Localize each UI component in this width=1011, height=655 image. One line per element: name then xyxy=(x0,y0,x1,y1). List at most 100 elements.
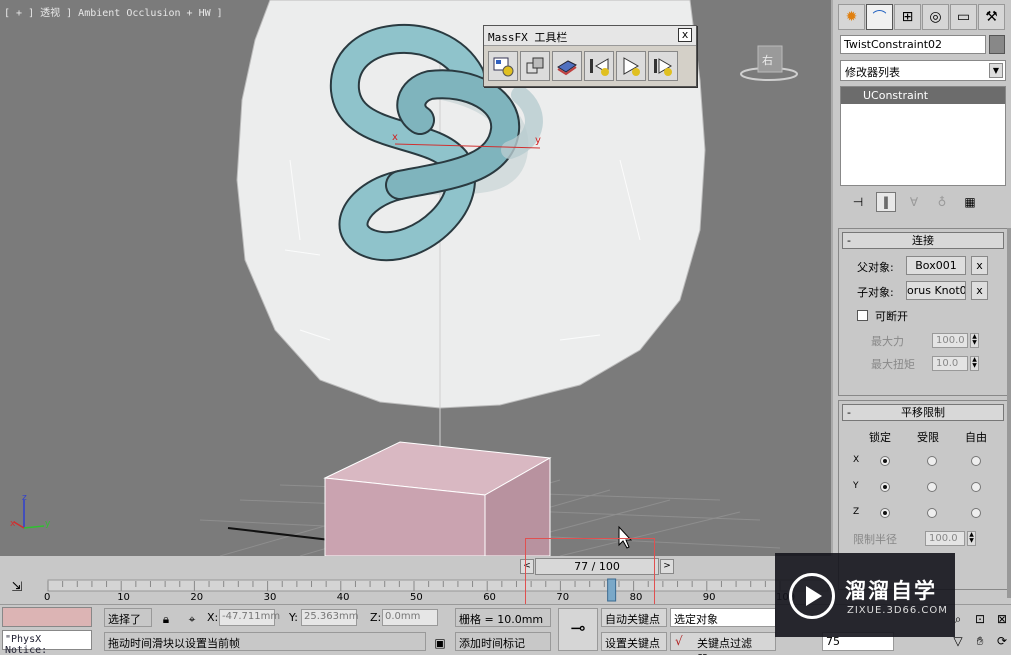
reset-simulation-button[interactable] xyxy=(584,51,614,81)
absolute-mode-icon[interactable]: ⌖ xyxy=(184,611,200,627)
x-free-radio[interactable] xyxy=(971,456,981,466)
rollout-panel: - 连接 父对象: Box001 x 子对象: orus Knot00 x 可断… xyxy=(838,228,1008,598)
pan-hand-icon[interactable]: ✋︎ xyxy=(972,633,988,649)
y-free-radio[interactable] xyxy=(971,482,981,492)
auto-key-button[interactable]: 自动关键点 xyxy=(601,608,667,627)
object-name-field[interactable]: TwistConstraint02 xyxy=(840,35,986,54)
pin-stack-button[interactable]: ⊣ xyxy=(848,192,868,212)
maxscript-listener[interactable] xyxy=(2,607,92,627)
set-key-mode-button[interactable]: 设置关键点 xyxy=(601,632,667,651)
remove-modifier-button[interactable]: ♁ xyxy=(932,192,952,212)
time-tag-icon[interactable]: ▣ xyxy=(432,635,448,651)
grid-axis-line xyxy=(227,527,331,541)
cloth-button[interactable] xyxy=(552,51,582,81)
make-unique-button[interactable]: ∀ xyxy=(904,192,924,212)
world-settings-icon xyxy=(493,57,514,77)
max-force-label: 最大力 xyxy=(871,335,904,348)
axis-y-label: y xyxy=(45,519,51,529)
tab-display[interactable]: ▭ xyxy=(950,4,977,30)
display-icon: ▭ xyxy=(956,9,971,25)
spinner-arrows-icon[interactable]: ▲ ▼ xyxy=(970,333,979,348)
zoom-extents-icon[interactable]: ⊡ xyxy=(972,611,988,627)
modifier-list-dropdown[interactable]: 修改器列表 ▼ xyxy=(840,60,1006,81)
z-locked-radio[interactable] xyxy=(880,508,890,518)
viewcube-face-label: 右 xyxy=(762,54,773,67)
spinner-arrows-icon[interactable]: ▲ ▼ xyxy=(970,356,979,371)
world-settings-button[interactable] xyxy=(488,51,518,81)
viewport-label[interactable]: [ + ] 透视 ] Ambient Occlusion + HW ] xyxy=(4,4,223,19)
y-coord-label: Y: xyxy=(289,611,298,624)
next-frame-button[interactable]: > xyxy=(660,559,674,574)
y-limited-radio[interactable] xyxy=(927,482,937,492)
z-free-radio[interactable] xyxy=(971,508,981,518)
orbit-icon[interactable]: ⟳ xyxy=(994,633,1010,649)
perspective-viewport[interactable]: x y z x y [ + ] 透视 ] Ambient Occlusion +… xyxy=(0,0,833,556)
ruler-tick-label: 30 xyxy=(264,592,277,603)
clear-parent-button[interactable]: x xyxy=(971,256,988,275)
stack-item-uconstraint[interactable]: UConstraint xyxy=(841,87,1005,104)
breakable-checkbox[interactable] xyxy=(857,310,868,321)
rigid-body-icon xyxy=(526,57,544,74)
spinner-arrows-icon[interactable]: ▲ ▼ xyxy=(967,531,976,546)
motion-icon: ◎ xyxy=(929,9,942,25)
rigid-body-button[interactable] xyxy=(520,51,550,81)
trash-icon: ♁ xyxy=(937,195,947,209)
make-unique-icon: ∀ xyxy=(909,195,919,209)
limit-radius-spinner[interactable]: 100.0 xyxy=(925,531,965,546)
chevron-down-icon: ▼ xyxy=(989,63,1003,78)
viewport-scene: x y z x y xyxy=(10,0,781,556)
max-torque-spinner[interactable]: 10.0 xyxy=(932,356,968,371)
x-coord-field[interactable]: -47.711mm xyxy=(219,609,280,626)
parent-pick-button[interactable]: Box001 xyxy=(906,256,966,275)
y-locked-radio[interactable] xyxy=(880,482,890,492)
child-label: 子对象: xyxy=(857,286,894,299)
y-coord-field[interactable]: 25.363mm xyxy=(301,609,358,626)
rollout-scrollbar[interactable] xyxy=(1007,228,1011,598)
key-filters-button[interactable]: √ 关键点过滤器... xyxy=(670,632,776,655)
gizmo-y-label: y xyxy=(535,135,541,146)
max-torque-label: 最大扭矩 xyxy=(871,358,915,371)
x-limited-radio[interactable] xyxy=(927,456,937,466)
ruler-tick-label: 40 xyxy=(337,592,350,603)
show-end-result-button[interactable]: ‖ xyxy=(876,192,896,212)
command-panel-tabs: ✹ ⌒ ⊞ ◎ ▭ ⚒ xyxy=(835,0,1011,30)
track-bar[interactable]: ⇲ 0102030405060708090100 xyxy=(0,578,833,604)
z-coord-field[interactable]: 0.0mm xyxy=(382,609,438,626)
breakable-label: 可断开 xyxy=(875,310,908,323)
selection-count: 选择了 xyxy=(104,608,152,627)
massfx-toolbar-title[interactable]: MassFX 工具栏 x xyxy=(484,26,696,46)
selected-object-dropdown[interactable]: 选定对象 xyxy=(670,608,776,627)
x-coord-label: X: xyxy=(207,611,219,624)
tab-hierarchy[interactable]: ⊞ xyxy=(894,4,921,30)
configure-icon: ▦ xyxy=(964,195,976,209)
show-end-result-icon: ‖ xyxy=(883,195,889,209)
add-time-tag-button[interactable]: 添加时间标记 xyxy=(455,632,551,651)
close-button[interactable]: x xyxy=(678,28,692,42)
translation-limits-rollout-header[interactable]: - 平移限制 xyxy=(842,404,1004,421)
cloth-icon xyxy=(557,60,577,76)
max-force-spinner[interactable]: 100.0 xyxy=(932,333,968,348)
x-locked-radio[interactable] xyxy=(880,456,890,466)
set-key-button[interactable]: ⊸ xyxy=(558,608,598,651)
connection-rollout-header[interactable]: - 连接 xyxy=(842,232,1004,249)
object-color-swatch[interactable] xyxy=(989,35,1005,54)
z-limited-radio[interactable] xyxy=(927,508,937,518)
start-simulation-button[interactable] xyxy=(616,51,646,81)
tab-modify[interactable]: ⌒ xyxy=(866,4,893,30)
tab-utilities[interactable]: ⚒ xyxy=(978,4,1005,30)
tab-create[interactable]: ✹ xyxy=(838,4,865,30)
highlight-annotation-box xyxy=(525,538,655,606)
modifier-stack[interactable]: UConstraint xyxy=(840,86,1006,186)
tab-motion[interactable]: ◎ xyxy=(922,4,949,30)
massfx-toolbar[interactable]: MassFX 工具栏 x xyxy=(483,25,697,87)
connection-rollout: - 连接 父对象: Box001 x 子对象: orus Knot00 x 可断… xyxy=(838,228,1008,396)
step-simulation-button[interactable] xyxy=(648,51,678,81)
clear-child-button[interactable]: x xyxy=(971,281,988,300)
maxscript-output[interactable]: "PhysX Notice: xyxy=(2,630,92,655)
zoom-all-icon[interactable]: ⊠ xyxy=(994,611,1010,627)
child-pick-button[interactable]: orus Knot00 xyxy=(906,281,966,300)
time-slider-row: < 77 / 100 > xyxy=(0,556,833,578)
command-panel: ✹ ⌒ ⊞ ◎ ▭ ⚒ TwistConstraint02 修改器列表 ▼ UC… xyxy=(835,0,1011,600)
lock-icon[interactable]: 🔒︎ xyxy=(158,611,174,627)
configure-sets-button[interactable]: ▦ xyxy=(960,192,980,212)
